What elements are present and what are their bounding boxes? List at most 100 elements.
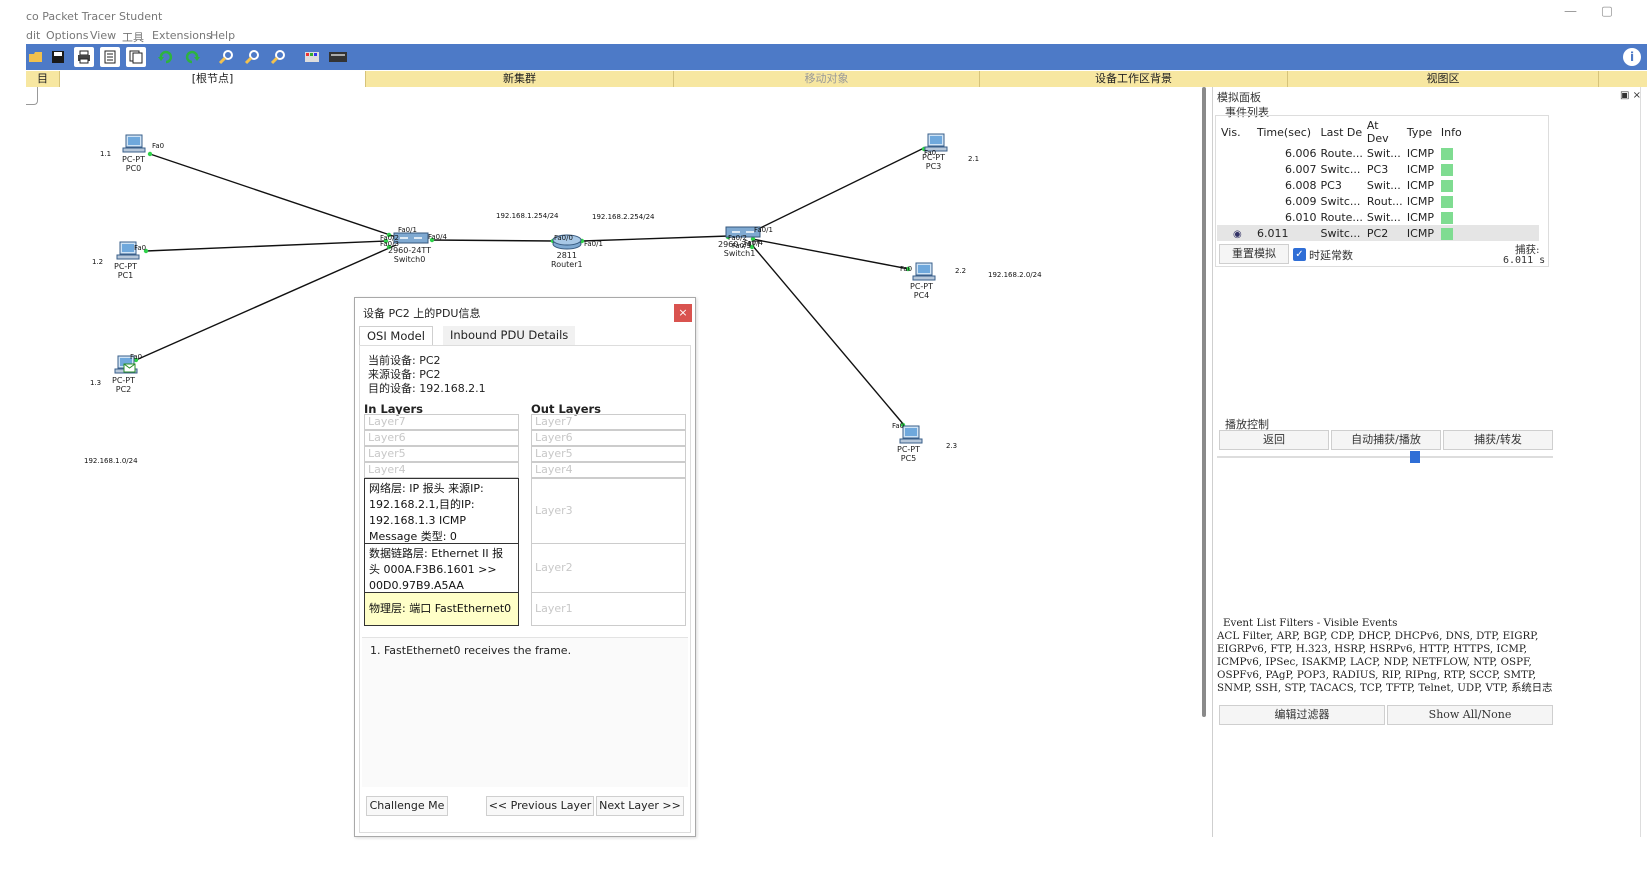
zoom-in-icon[interactable] xyxy=(216,47,236,67)
osi-model-body: 当前设备: PC2 来源设备: PC2 目的设备: 192.168.2.1 In… xyxy=(359,345,691,833)
col-last-device[interactable]: Last De xyxy=(1317,119,1363,145)
source-device: 来源设备: PC2 xyxy=(368,368,441,381)
sim-panel-window-controls[interactable]: ▣ × xyxy=(1620,90,1641,101)
redo-icon[interactable] xyxy=(182,47,202,67)
canvas-corner-handle[interactable] xyxy=(26,87,38,105)
event-filters-area: Event List Filters - Visible Events ACL … xyxy=(1217,617,1557,695)
link-pc1-switch0 xyxy=(145,240,387,252)
main-toolbar: i xyxy=(26,44,1647,70)
out-layer-1[interactable]: Layer1 xyxy=(531,592,686,626)
out-layer-6[interactable]: Layer6 xyxy=(531,430,686,446)
event-list-header: Vis. Time(sec) Last De At Dev Type Info xyxy=(1217,119,1539,145)
out-layer-2[interactable]: Layer2 xyxy=(531,543,686,593)
event-info-swatch[interactable] xyxy=(1440,163,1453,176)
close-button[interactable]: × xyxy=(674,304,692,322)
playback-speed-thumb[interactable] xyxy=(1410,451,1421,463)
menu-extensions[interactable]: Extensions xyxy=(152,29,212,42)
edit-filters-button[interactable]: 编辑过滤器 xyxy=(1219,705,1385,725)
event-row[interactable]: 6.009 Switc... Rout... ICMP xyxy=(1217,193,1539,209)
event-info-swatch[interactable] xyxy=(1440,147,1453,160)
event-row[interactable]: 6.008 PC3 Swit... ICMP xyxy=(1217,177,1539,193)
root-node-tab[interactable]: [根节点] xyxy=(60,71,366,87)
event-row-selected[interactable]: ◉ 6.011 Switc... PC2 ICMP xyxy=(1217,225,1539,241)
zoom-reset-icon[interactable] xyxy=(242,47,262,67)
menu-bar: dit Options View 工具 Extensions Help xyxy=(0,28,1647,44)
sw0-fa04-label: Fa0/4 xyxy=(428,233,447,241)
menu-help[interactable]: Help xyxy=(210,29,235,42)
event-row[interactable]: 6.010 Route... Swit... ICMP xyxy=(1217,209,1539,225)
menu-edit[interactable]: dit xyxy=(26,29,40,42)
next-layer-button[interactable]: Next Layer >> xyxy=(596,796,684,816)
out-layer-7[interactable]: Layer7 xyxy=(531,414,686,430)
maximize-button[interactable]: ▢ xyxy=(1601,4,1613,19)
event-info-swatch[interactable] xyxy=(1440,211,1453,224)
previous-layer-button[interactable]: << Previous Layer xyxy=(486,796,594,816)
capture-forward-button[interactable]: 捕获/转发 xyxy=(1443,430,1553,450)
auto-capture-play-button[interactable]: 自动捕获/播放 xyxy=(1331,430,1441,450)
layer-description-box: 1. FastEthernet0 receives the frame. xyxy=(362,637,688,787)
new-cluster-button[interactable]: 新集群 xyxy=(366,71,674,87)
out-layer-4[interactable]: Layer4 xyxy=(531,462,686,478)
pdu-info-dialog: 设备 PC2 上的PDU信息 × OSI Model Inbound PDU D… xyxy=(354,297,696,837)
pc1-label: PC-PT PC1 xyxy=(114,262,138,280)
viewport-button[interactable]: 视图区 xyxy=(1288,71,1599,87)
in-layer-2[interactable]: 数据链路层: Ethernet II 报头 000A.F3B6.1601 >> … xyxy=(364,543,519,593)
tab-inbound-pdu[interactable]: Inbound PDU Details xyxy=(443,326,576,345)
event-info-swatch[interactable] xyxy=(1440,179,1453,192)
menu-tools[interactable]: 工具 xyxy=(122,29,144,45)
workspace-background-button[interactable]: 设备工作区背景 xyxy=(980,71,1288,87)
reset-simulation-button[interactable]: 重置模拟 xyxy=(1219,244,1289,264)
sw1-fa01-label: Fa0/1 xyxy=(754,226,773,234)
palette-icon[interactable] xyxy=(302,47,322,67)
back-button[interactable]: 返回 xyxy=(1219,430,1329,450)
event-info-swatch[interactable] xyxy=(1440,195,1453,208)
event-row[interactable]: 6.007 Switc... PC3 ICMP xyxy=(1217,161,1539,177)
open-icon[interactable] xyxy=(26,47,46,67)
in-layer-6[interactable]: Layer6 xyxy=(364,430,519,446)
event-info-swatch[interactable] xyxy=(1440,227,1453,240)
tab-osi-model[interactable]: OSI Model xyxy=(359,326,433,345)
navbar-back[interactable]: 目 xyxy=(26,71,60,87)
pc1-addr: 1.2 xyxy=(92,258,104,266)
in-layer-4[interactable]: Layer4 xyxy=(364,462,519,478)
col-type[interactable]: Type xyxy=(1403,119,1437,145)
out-layer-5[interactable]: Layer5 xyxy=(531,446,686,462)
link-router1-switch1 xyxy=(581,235,730,242)
destination-device: 目的设备: 192.168.2.1 xyxy=(368,382,486,395)
zoom-out-icon[interactable] xyxy=(268,47,288,67)
eye-icon[interactable]: ◉ xyxy=(1233,229,1242,240)
info-icon[interactable]: i xyxy=(1623,48,1641,66)
event-row[interactable]: 6.006 Route... Swit... ICMP xyxy=(1217,145,1539,161)
move-object-button[interactable]: 移动对象 xyxy=(674,71,980,87)
print-icon[interactable] xyxy=(74,47,94,67)
link-switch1-pc4 xyxy=(751,238,910,270)
menu-options[interactable]: Options xyxy=(46,29,88,42)
r1-fa01-label: Fa0/1 xyxy=(584,240,603,248)
challenge-me-button[interactable]: Challenge Me xyxy=(366,796,448,816)
in-layer-1[interactable]: 物理层: 端口 FastEthernet0 xyxy=(364,592,519,626)
menu-view[interactable]: View xyxy=(90,29,116,42)
minimize-button[interactable]: — xyxy=(1564,4,1577,19)
col-at-device[interactable]: At Dev xyxy=(1363,119,1403,145)
in-layer-3[interactable]: 网络层: IP 报头 来源IP: 192.168.2.1,目的IP: 192.1… xyxy=(364,478,519,544)
undo-icon[interactable] xyxy=(156,47,176,67)
copy-icon[interactable] xyxy=(126,47,146,67)
capture-time: 6.011 s xyxy=(1503,255,1546,266)
canvas-scrollbar[interactable] xyxy=(1200,87,1208,717)
col-info[interactable]: Info xyxy=(1437,119,1539,145)
custom-device-icon[interactable] xyxy=(328,47,348,67)
pc4-addr: 2.2 xyxy=(955,267,967,275)
constant-delay-checkbox[interactable]: ✓ xyxy=(1293,248,1306,261)
event-list-table: Vis. Time(sec) Last De At Dev Type Info … xyxy=(1217,119,1539,241)
in-layer-5[interactable]: Layer5 xyxy=(364,446,519,462)
out-layer-3[interactable]: Layer3 xyxy=(531,478,686,544)
save-icon[interactable] xyxy=(48,47,68,67)
activity-wizard-icon[interactable] xyxy=(100,47,120,67)
pc5-label: PC-PT PC5 xyxy=(897,445,921,463)
col-time[interactable]: Time(sec) xyxy=(1253,119,1317,145)
pc4-port-label: Fa0 xyxy=(900,265,913,273)
show-all-none-button[interactable]: Show All/None xyxy=(1387,705,1553,725)
playback-speed-slider[interactable] xyxy=(1217,456,1553,458)
col-vis[interactable]: Vis. xyxy=(1217,119,1253,145)
in-layer-7[interactable]: Layer7 xyxy=(364,414,519,430)
